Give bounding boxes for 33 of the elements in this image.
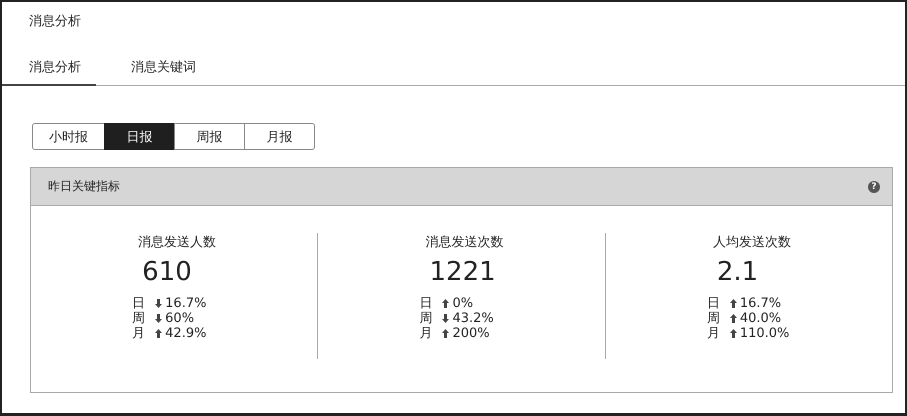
change-value: 200% [452, 326, 490, 341]
panel-title: 昨日关键指标 [48, 178, 120, 195]
metric-value: 610 [142, 257, 192, 287]
period-label: 月 [132, 326, 146, 341]
change-value: 0% [452, 296, 474, 311]
period-label: 月 [706, 326, 720, 341]
period-button[interactable]: 日报 [104, 123, 175, 150]
tab[interactable]: 消息关键词 [131, 58, 196, 86]
period-label: 日 [706, 296, 720, 311]
metric-value: 1221 [429, 257, 496, 287]
period-label: 周 [706, 311, 720, 326]
metric-label: 人均发送次数 [712, 234, 791, 251]
period-button[interactable]: 小时报 [32, 123, 105, 150]
period-label: 月 [419, 326, 432, 341]
change-value: 42.9% [165, 326, 206, 341]
metric-label: 消息发送次数 [425, 234, 504, 251]
tab[interactable]: 消息分析 [2, 58, 96, 86]
period-label: 日 [419, 296, 432, 311]
help-icon[interactable]: ? [868, 180, 880, 192]
period-label: 周 [132, 311, 146, 326]
change-value: 43.2% [452, 311, 494, 326]
period-button[interactable]: 月报 [244, 123, 315, 150]
change-value: 60% [165, 311, 194, 326]
change-value: 40.0% [740, 311, 782, 326]
period-button[interactable]: 周报 [174, 123, 245, 150]
period-label: 日 [132, 296, 146, 311]
page-title: 消息分析 [28, 13, 82, 31]
metric-label: 消息发送人数 [138, 234, 216, 251]
change-value: 110.0% [740, 326, 790, 341]
period-label: 周 [419, 311, 432, 326]
change-value: 16.7% [740, 296, 782, 311]
metric-value: 2.1 [716, 257, 758, 287]
change-value: 16.7% [165, 296, 206, 311]
